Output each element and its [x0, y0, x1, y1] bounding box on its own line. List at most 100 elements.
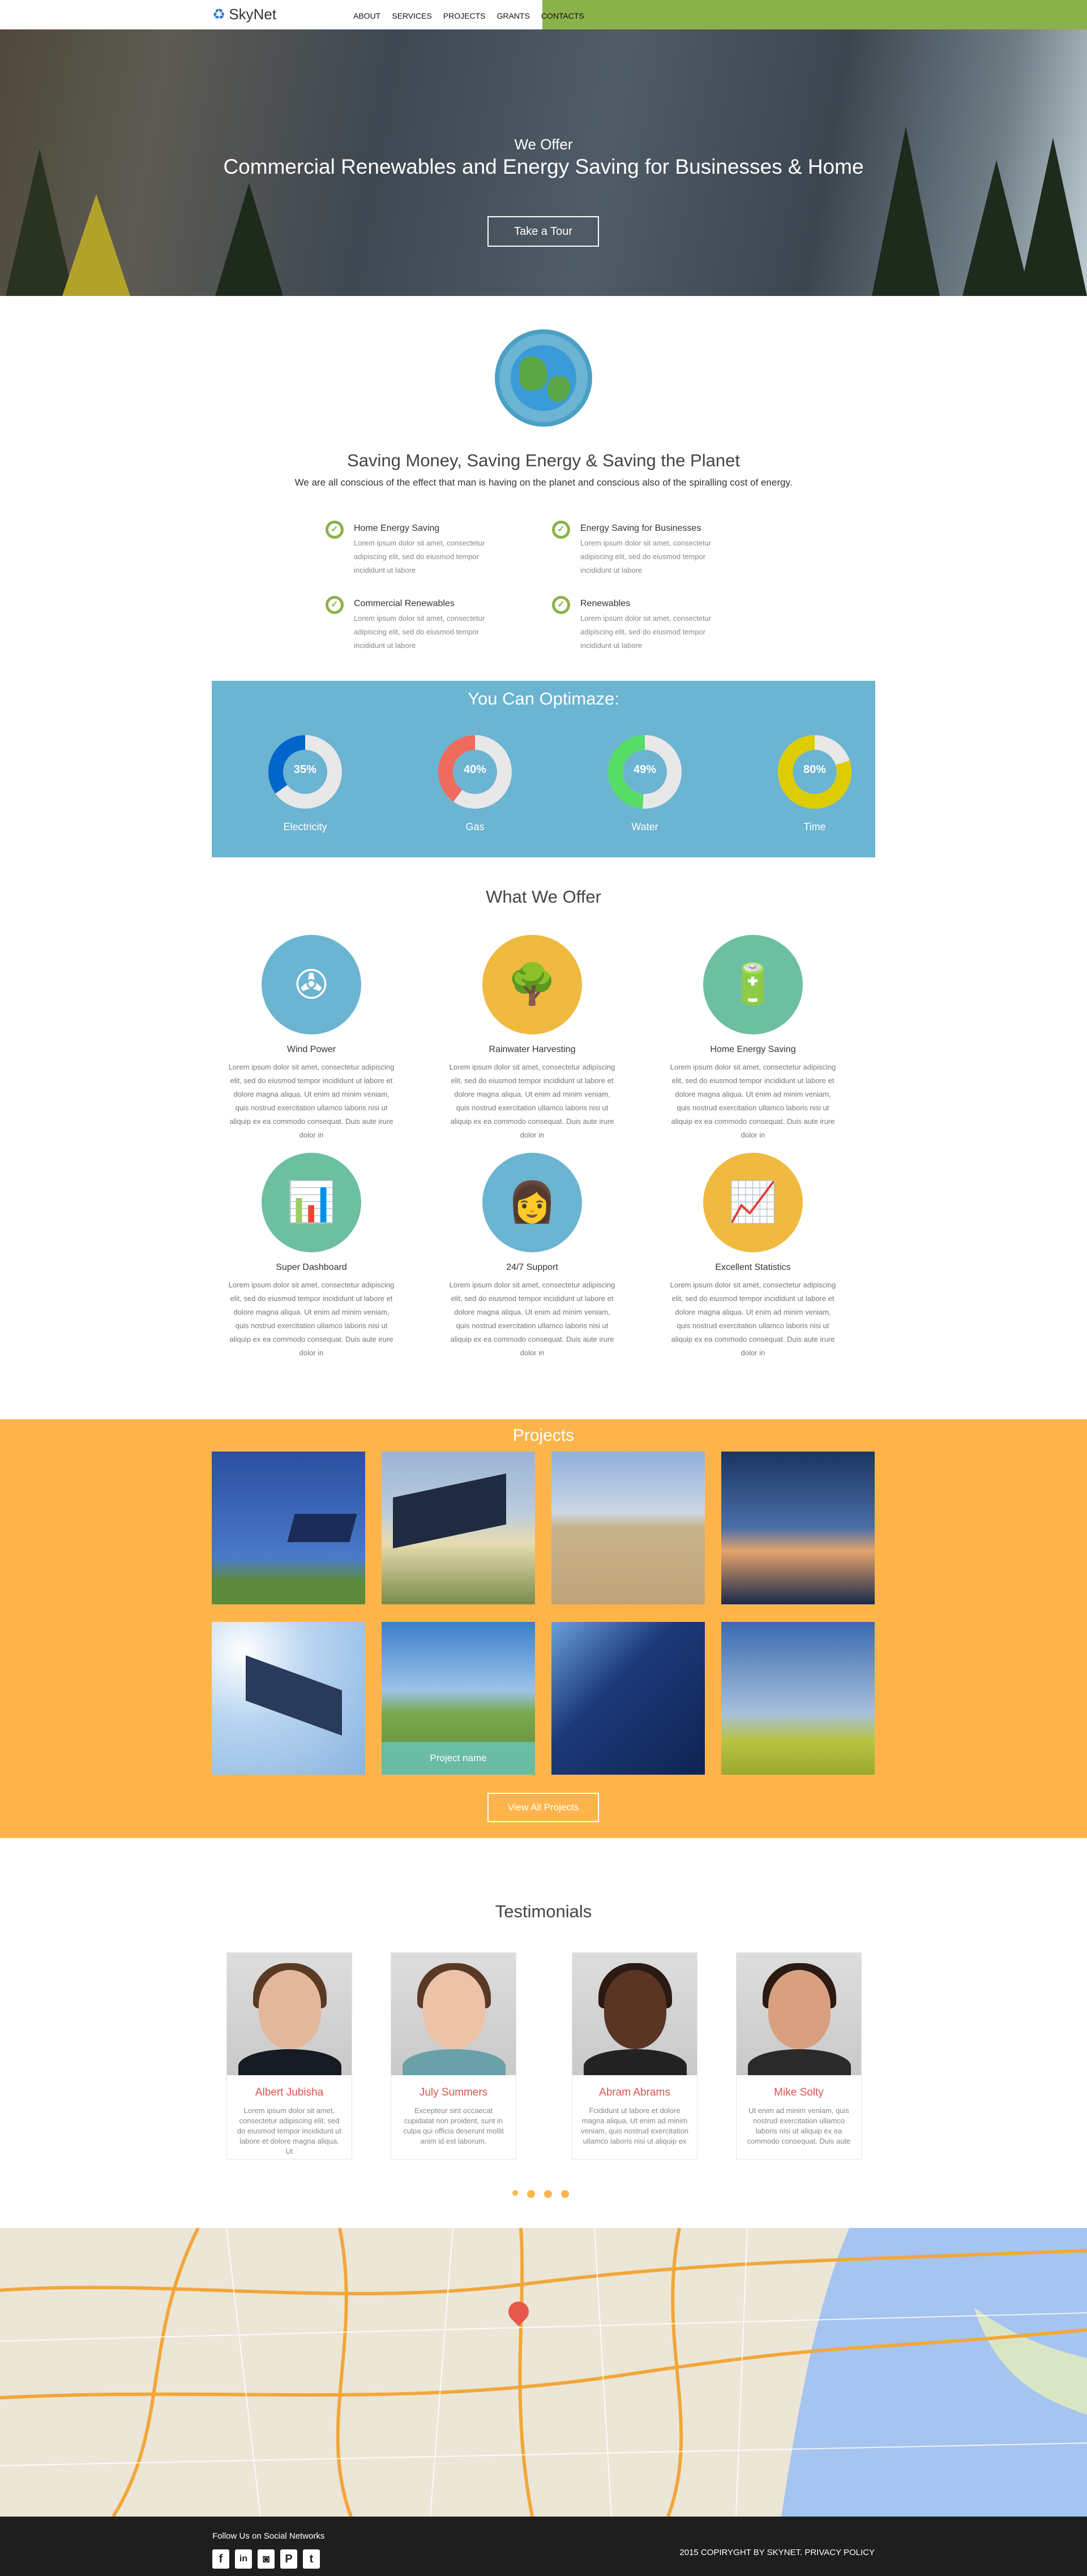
offer-title: 24/7 Support: [506, 1263, 558, 1272]
testimonial-text: Lorem ipsum dolor sit amet, consectetur …: [237, 2106, 342, 2156]
offer-item: 📊 Super Dashboard Lorem ipsum dolor sit am…: [226, 1153, 396, 1360]
donut-time: 80%: [778, 735, 851, 809]
testimonial-name: Abram Abrams: [599, 2086, 670, 2098]
project-image[interactable]: [551, 1452, 705, 1604]
donut-label: Water: [631, 821, 658, 832]
pinterest-icon[interactable]: P: [280, 2549, 297, 2569]
testimonial-text: Excepteur sint occaecat cupidatat non pr…: [403, 2106, 504, 2145]
nav-contacts[interactable]: CONTACTS: [536, 0, 590, 29]
offer-text: Lorem ipsum dolor sit amet, consectetur …: [670, 1063, 836, 1139]
facebook-icon[interactable]: f: [212, 2549, 229, 2569]
nav-grants[interactable]: GRANTS: [491, 0, 535, 29]
project-name-overlay: Project name: [382, 1742, 535, 1775]
offer-title: Home Energy Saving: [710, 1045, 796, 1054]
carousel-dot[interactable]: [544, 2190, 552, 2198]
testimonial-name: July Summers: [419, 2086, 488, 2098]
logo[interactable]: ♻ SkyNet: [212, 6, 276, 23]
project-image[interactable]: [212, 1452, 365, 1604]
feature-item: ✓ Home Energy Saving Lorem ipsum dolor sit…: [326, 521, 541, 577]
carousel-dots: [512, 2190, 569, 2198]
testimonial-card: Abram Abrams Fcididunt ut labore et dolor…: [572, 1952, 697, 2159]
avatar: [737, 1953, 861, 2075]
optimize-title: You Can Optimaze:: [468, 689, 619, 709]
check-icon: ✓: [552, 596, 570, 614]
tablet-chart-icon: 📊: [262, 1153, 361, 1252]
project-image[interactable]: [721, 1452, 875, 1604]
feature-item: ✓ Energy Saving for Businesses Lorem ipsum…: [552, 521, 767, 577]
nav-accent-bar: [542, 0, 1087, 29]
carousel-dot[interactable]: [512, 2190, 518, 2196]
offer-text: Lorem ipsum dolor sit amet, consectetur …: [449, 1063, 615, 1139]
twitter-icon[interactable]: t: [303, 2549, 320, 2569]
view-all-projects-button[interactable]: View All Projects: [487, 1793, 599, 1822]
instagram-icon[interactable]: ◙: [258, 2549, 275, 2569]
feature-item: ✓ Commercial Renewables Lorem ipsum dolor …: [326, 596, 541, 652]
project-image[interactable]: [382, 1452, 535, 1604]
testimonials-title: Testimonials: [495, 1901, 592, 1921]
avatar: [391, 1953, 516, 2075]
project-image[interactable]: [551, 1622, 705, 1775]
top-nav: ♻ SkyNet ABOUT SERVICES PROJECTS GRANTS …: [0, 0, 1087, 29]
project-image[interactable]: [212, 1622, 365, 1775]
offer-item: 🔋 Home Energy Saving Lorem ipsum dolor sit…: [668, 935, 838, 1142]
hero-title: Commercial Renewables and Energy Saving …: [223, 155, 864, 178]
donut-gas: 40%: [438, 735, 512, 809]
follow-label: Follow Us on Social Networks: [212, 2531, 325, 2541]
offer-text: Lorem ipsum dolor sit amet, consectetur …: [670, 1281, 836, 1357]
carousel-dot[interactable]: [527, 2190, 535, 2198]
testimonial-card: July Summers Excepteur sint occaecat cupi…: [391, 1952, 516, 2159]
offer-text: Lorem ipsum dolor sit amet, consectetur …: [228, 1281, 395, 1357]
feature-item: ✓ Renewables Lorem ipsum dolor sit amet, c…: [552, 596, 767, 652]
testimonial-name: Mike Solty: [774, 2086, 824, 2098]
location-map[interactable]: [0, 2228, 1087, 2517]
check-icon: ✓: [326, 596, 344, 614]
intro-subtitle: We are all conscious of the effect that …: [294, 477, 793, 488]
donut-electricity: 35%: [268, 735, 342, 809]
support-agent-icon: 👩: [482, 1153, 582, 1252]
donut-water: 49%: [608, 735, 682, 809]
footer: Follow Us on Social Networks f in ◙ P t …: [0, 2517, 1087, 2576]
nav-about[interactable]: ABOUT: [348, 0, 387, 29]
intro-title: Saving Money, Saving Energy & Saving the…: [347, 450, 740, 470]
offer-title: What We Offer: [486, 887, 601, 907]
offer-item: 👩 24/7 Support Lorem ipsum dolor sit amet,…: [447, 1153, 617, 1360]
offer-text: Lorem ipsum dolor sit amet, consectetur …: [449, 1281, 615, 1357]
project-image[interactable]: [721, 1622, 875, 1775]
take-tour-button[interactable]: Take a Tour: [487, 216, 599, 247]
map-roads: [0, 2228, 1087, 2517]
donut-value: 40%: [463, 763, 487, 776]
donut-label: Time: [803, 821, 826, 832]
donut-value: 35%: [293, 763, 317, 776]
linkedin-icon[interactable]: in: [235, 2549, 252, 2569]
donut-value: 80%: [803, 763, 827, 776]
testimonial-card: Mike Solty Ut enim ad minim veniam, quis …: [736, 1952, 862, 2159]
offer-item: 🌳 Rainwater Harvesting Lorem ipsum dolor s…: [447, 935, 617, 1142]
projects-title: Projects: [512, 1426, 575, 1445]
offer-text: Lorem ipsum dolor sit amet, consectetur …: [228, 1063, 395, 1139]
check-icon: ✓: [326, 521, 344, 539]
offer-item: 📈 Excellent Statistics Lorem ipsum dolor s…: [668, 1153, 838, 1360]
nav-services[interactable]: SERVICES: [386, 0, 438, 29]
testimonial-text: Fcididunt ut labore et dolore magna aliq…: [580, 2106, 689, 2145]
avatar: [572, 1953, 697, 2075]
recycle-icon: ♻: [212, 6, 226, 23]
optimize-panel: You Can Optimaze: 35% Electricity 40% Gas 49…: [212, 681, 875, 857]
check-icon: ✓: [552, 521, 570, 539]
testimonial-text: Ut enim ad minim veniam, quis nostrud ex…: [747, 2106, 851, 2145]
project-image[interactable]: Project name: [382, 1622, 535, 1775]
offer-title: Wind Power: [286, 1045, 336, 1054]
carousel-dot[interactable]: [561, 2190, 569, 2198]
donut-value: 49%: [633, 763, 657, 776]
nav-projects[interactable]: PROJECTS: [438, 0, 491, 29]
wind-turbine-icon: ✇: [262, 935, 361, 1034]
donut-label: Electricity: [283, 821, 327, 832]
offer-title: Rainwater Harvesting: [489, 1045, 576, 1054]
offer-title: Super Dashboard: [276, 1263, 347, 1272]
projects-section: Projects Project name View All Projects: [0, 1419, 1087, 1838]
donut-label: Gas: [465, 821, 485, 832]
hero-banner: We Offer Commercial Renewables and Energ…: [0, 29, 1087, 296]
offer-item: ✇ Wind Power Lorem ipsum dolor sit amet, c…: [226, 935, 396, 1142]
nav-menu: ABOUT SERVICES PROJECTS GRANTS CONTACTS: [348, 0, 590, 29]
globe-icon: [495, 329, 592, 427]
testimonial-card: Albert Jubisha Lorem ipsum dolor sit amet…: [226, 1952, 352, 2159]
